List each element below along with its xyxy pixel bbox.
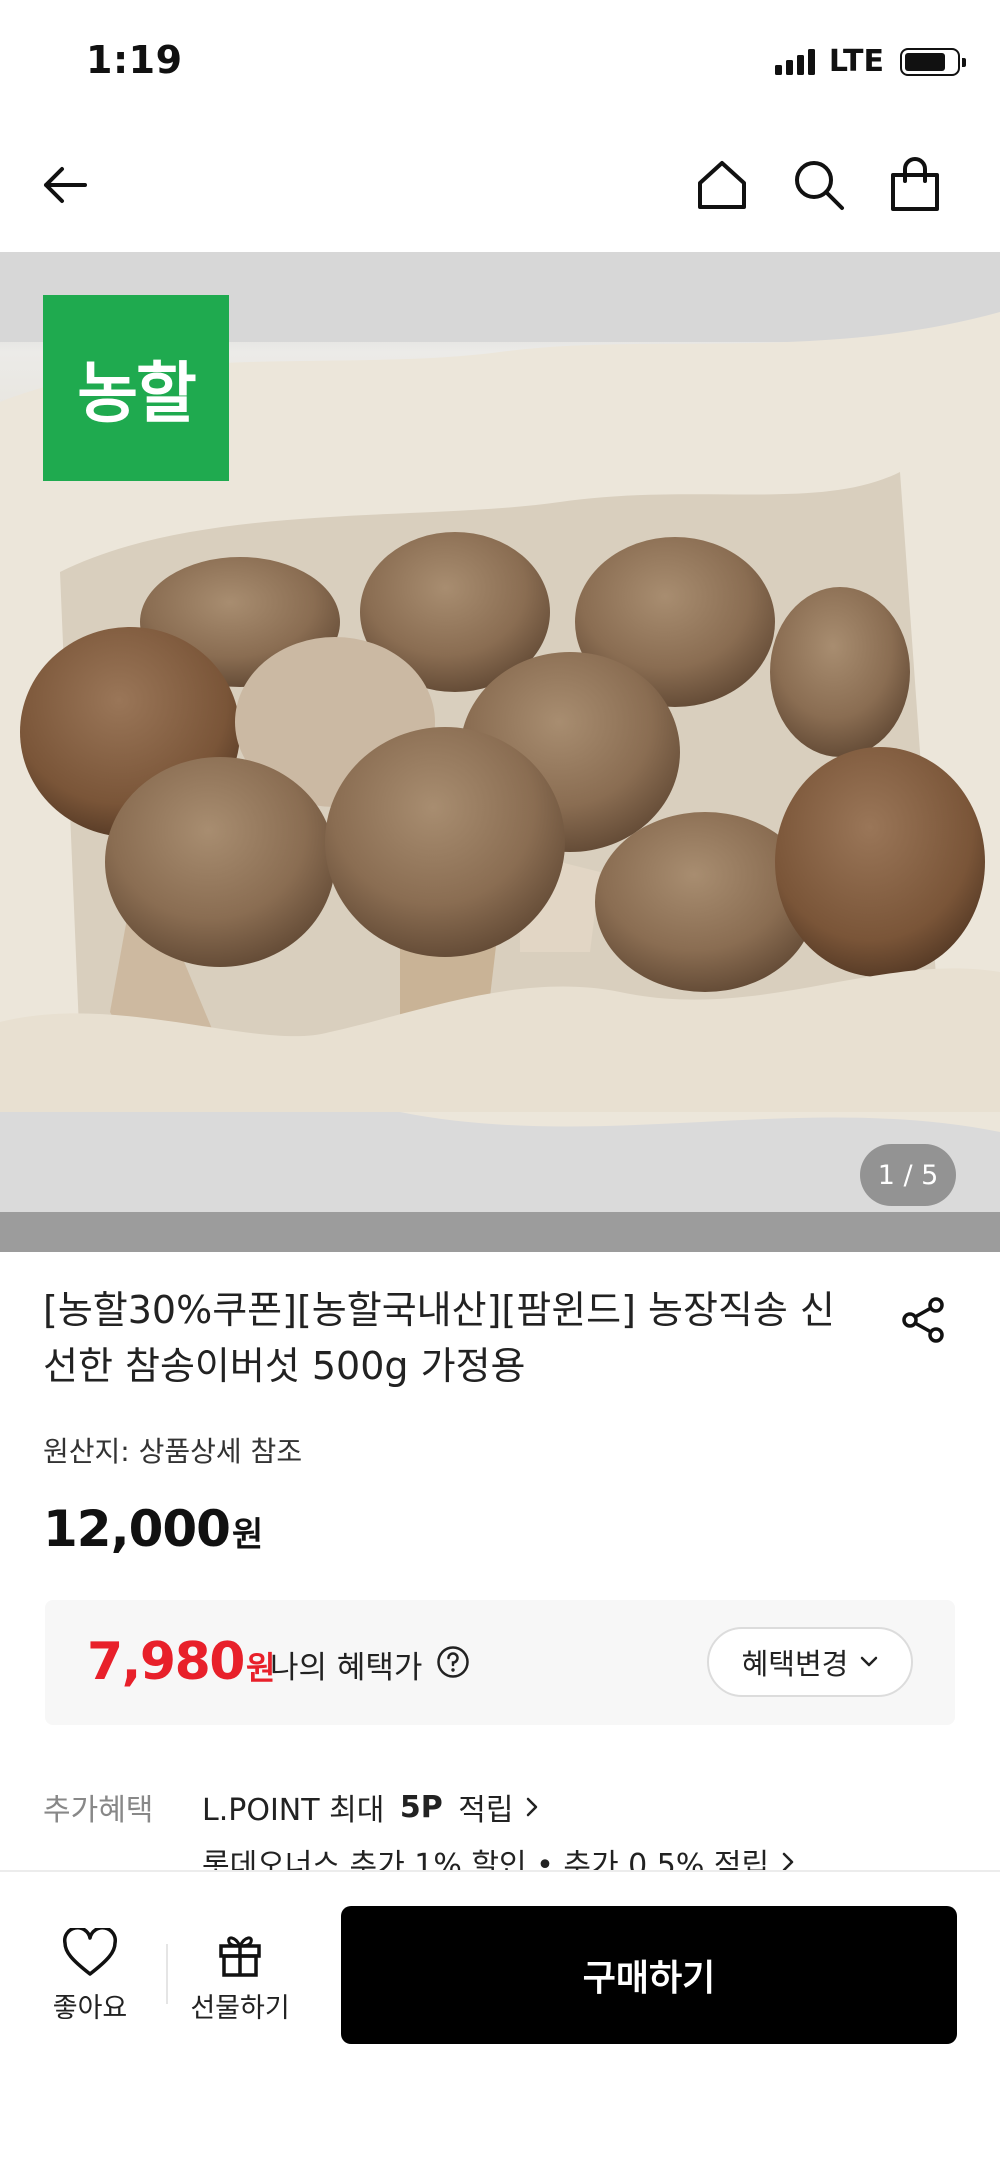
cart-button[interactable] xyxy=(885,155,945,215)
product-title: [농할30%쿠폰][농할국내산][팜윈드] 농장직송 신선한 참송이버섯 500… xyxy=(43,1288,835,1388)
chevron-right-icon xyxy=(782,1852,794,1870)
shopping-bag-icon xyxy=(891,157,939,211)
home-icon xyxy=(698,161,746,209)
search-button[interactable] xyxy=(789,155,849,215)
benefit-change-button[interactable]: 혜택변경 xyxy=(707,1627,913,1697)
battery-icon xyxy=(900,47,966,76)
extra-benefit-text: L.POINT 최대 xyxy=(202,1793,394,1828)
benefit-label: 나의 혜택가 xyxy=(270,1650,423,1686)
chevron-right-icon xyxy=(527,1797,538,1817)
image-counter: 1 / 5 xyxy=(860,1144,956,1206)
extra-benefit-bold: 5P xyxy=(399,1789,443,1825)
price-unit: 원 xyxy=(231,1515,263,1555)
brand-badge: 농할 xyxy=(43,295,229,481)
buy-button[interactable]: 구매하기 xyxy=(341,1906,957,2044)
status-bar: 1:19 LTE xyxy=(0,0,1000,125)
benefit-price-value: 7,980 xyxy=(87,1632,245,1692)
extra-benefit-text: 적립 xyxy=(448,1793,514,1828)
extra-benefit-lpoint[interactable]: L.POINT 최대 5P 적립 xyxy=(202,1785,539,1829)
benefit-change-label: 혜택변경 xyxy=(741,1647,849,1681)
extra-benefit-lotte[interactable]: 롯데오너스 추가 1% 할인 • 추가 0.5% 적립 xyxy=(202,1840,795,1870)
share-button[interactable] xyxy=(893,1290,953,1350)
search-icon xyxy=(795,161,844,210)
network-type: LTE xyxy=(828,44,884,79)
bottom-action-bar: 좋아요 선물하기 구매하기 xyxy=(0,1870,1000,2165)
gift-icon xyxy=(219,1936,261,1977)
back-button[interactable] xyxy=(35,155,95,215)
home-button[interactable] xyxy=(692,155,752,215)
gift-label: 선물하기 xyxy=(190,1993,290,2024)
extra-benefit-text: 롯데오너스 추가 1% 할인 • 추가 0.5% 적립 xyxy=(202,1848,770,1870)
bottom-bar-divider xyxy=(166,1944,168,2004)
question-circle-icon xyxy=(437,1646,469,1678)
origin-info: 원산지: 상품상세 참조 xyxy=(43,1435,303,1468)
gift-button[interactable]: 선물하기 xyxy=(180,1928,300,2025)
signal-icon xyxy=(774,48,815,75)
help-button[interactable] xyxy=(435,1644,471,1680)
extra-benefit-clip: 롯데오너스 추가 1% 할인 • 추가 0.5% 적립 xyxy=(0,1840,1000,1870)
arrow-left-icon xyxy=(44,167,87,203)
status-indicators: LTE xyxy=(774,44,966,79)
product-image-gallery[interactable]: 농할 1 / 5 xyxy=(0,252,1000,1252)
status-time: 1:19 xyxy=(86,38,183,82)
price-value: 12,000 xyxy=(43,1500,231,1558)
extra-benefits-label: 추가혜택 xyxy=(43,1793,154,1828)
top-nav xyxy=(0,135,1000,235)
like-button[interactable]: 좋아요 xyxy=(40,1928,140,2025)
benefit-box: 7,980원 나의 혜택가 혜택변경 xyxy=(45,1600,955,1725)
benefit-price: 7,980원 xyxy=(87,1632,275,1692)
share-icon xyxy=(902,1297,944,1343)
original-price: 12,000원 xyxy=(43,1500,263,1558)
heart-icon xyxy=(63,1928,117,1976)
chevron-down-icon xyxy=(861,1656,878,1667)
like-label: 좋아요 xyxy=(52,1993,128,2024)
